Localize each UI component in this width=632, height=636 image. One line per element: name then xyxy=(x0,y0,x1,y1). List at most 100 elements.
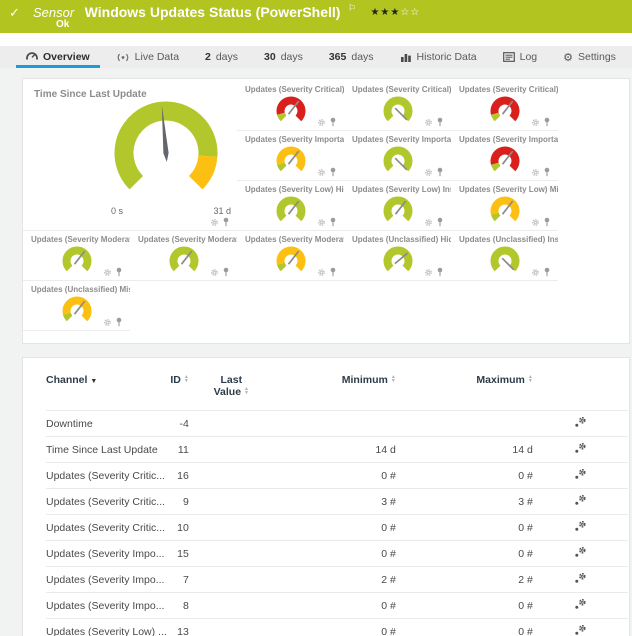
column-header-maximum[interactable]: Maximum▲▼ xyxy=(396,372,533,411)
pin-icon[interactable] xyxy=(329,217,337,227)
cell-actions[interactable] xyxy=(533,567,628,593)
tab-log[interactable]: Log xyxy=(493,46,548,68)
gauge-cell-updates-severity-critical-mi[interactable]: Updates (Severity Critical) Mi... xyxy=(451,81,558,131)
sort-icon[interactable]: ▲▼ xyxy=(528,375,533,383)
cell-actions[interactable] xyxy=(533,411,628,437)
cell-channel[interactable]: Downtime xyxy=(46,411,167,437)
pin-icon[interactable] xyxy=(329,167,337,177)
cell-actions[interactable] xyxy=(533,593,628,619)
tab-30-days[interactable]: 30days xyxy=(254,46,313,68)
gauge-cell-updates-severity-important[interactable]: Updates (Severity Important) ... xyxy=(344,131,451,181)
gauge-cell-updates-severity-moderate[interactable]: Updates (Severity Moderate) ... xyxy=(23,231,130,281)
cell-channel[interactable]: Updates (Severity Impo... xyxy=(46,567,167,593)
tab-overview[interactable]: Overview xyxy=(16,46,100,68)
gear-icon[interactable] xyxy=(424,168,433,177)
cell-last-value xyxy=(189,489,274,515)
star-filled-icon[interactable]: ★★★ xyxy=(370,7,400,18)
cell-channel[interactable]: Updates (Severity Critic... xyxy=(46,463,167,489)
gauge-cell-updates-severity-moderate[interactable]: Updates (Severity Moderate) ... xyxy=(237,231,344,281)
pin-icon[interactable] xyxy=(115,267,123,277)
cell-channel[interactable]: Updates (Severity Impo... xyxy=(46,541,167,567)
pin-icon[interactable] xyxy=(115,317,123,327)
cell-channel[interactable]: Updates (Severity Impo... xyxy=(46,593,167,619)
gear-icon[interactable] xyxy=(210,218,219,227)
pin-icon[interactable] xyxy=(222,267,230,277)
pin-icon[interactable] xyxy=(436,267,444,277)
cell-id: 9 xyxy=(167,489,189,515)
gauge-cell-updates-unclassified-missing[interactable]: Updates (Unclassified) Missing xyxy=(23,281,130,331)
gauge-cell-updates-severity-important[interactable]: Updates (Severity Important) ... xyxy=(237,131,344,181)
pin-icon[interactable] xyxy=(436,167,444,177)
column-header-channel[interactable]: Channel▼ xyxy=(46,372,167,411)
channel-settings-icon[interactable] xyxy=(574,624,587,636)
channel-settings-icon[interactable] xyxy=(574,520,587,532)
sort-desc-icon[interactable]: ▼ xyxy=(90,378,97,385)
pin-icon[interactable] xyxy=(543,267,551,277)
column-header-minimum[interactable]: Minimum▲▼ xyxy=(274,372,396,411)
gauge-cell-updates-unclassified-hidden[interactable]: Updates (Unclassified) Hidden xyxy=(344,231,451,281)
column-header-lastvalue[interactable]: LastValue▲▼ xyxy=(189,372,274,411)
pin-icon[interactable] xyxy=(543,117,551,127)
gauge-cell-updates-severity-important[interactable]: Updates (Severity Important) ... xyxy=(451,131,558,181)
gear-icon[interactable] xyxy=(103,318,112,327)
cell-channel[interactable]: Updates (Severity Low) ... xyxy=(46,619,167,636)
gear-icon[interactable] xyxy=(317,118,326,127)
gear-icon[interactable] xyxy=(317,168,326,177)
primary-gauge-cell[interactable]: Time Since Last Update 0 s 31 d xyxy=(23,81,237,231)
cell-actions[interactable] xyxy=(533,619,628,636)
gear-icon[interactable] xyxy=(424,268,433,277)
cell-channel[interactable]: Time Since Last Update xyxy=(46,437,167,463)
pin-icon[interactable] xyxy=(329,117,337,127)
gear-icon[interactable] xyxy=(531,168,540,177)
gear-icon[interactable] xyxy=(317,218,326,227)
sort-icon[interactable]: ▲▼ xyxy=(184,375,189,383)
pin-icon[interactable] xyxy=(543,167,551,177)
priority-stars[interactable]: ★★★☆☆ xyxy=(370,7,420,18)
gauge-cell-updates-severity-low-hidden[interactable]: Updates (Severity Low) Hidden xyxy=(237,181,344,231)
star-empty-icon[interactable]: ☆☆ xyxy=(400,7,420,18)
pin-icon[interactable] xyxy=(543,217,551,227)
tab-live-data[interactable]: Live Data xyxy=(106,46,189,68)
gear-icon[interactable] xyxy=(317,268,326,277)
cell-actions[interactable] xyxy=(533,541,628,567)
gear-icon[interactable] xyxy=(424,218,433,227)
sort-icon[interactable]: ▲▼ xyxy=(244,387,249,395)
tab-365-days[interactable]: 365days xyxy=(319,46,384,68)
channel-settings-icon[interactable] xyxy=(574,442,587,454)
channel-settings-icon[interactable] xyxy=(574,416,587,428)
gauge-cell-updates-severity-critical-hi[interactable]: Updates (Severity Critical) Hi... xyxy=(237,81,344,131)
tab-settings[interactable]: ⚙Settings xyxy=(553,46,626,68)
cell-actions[interactable] xyxy=(533,463,628,489)
channel-settings-icon[interactable] xyxy=(574,598,587,610)
gear-icon[interactable] xyxy=(103,268,112,277)
pin-icon[interactable] xyxy=(329,267,337,277)
pin-icon[interactable] xyxy=(436,217,444,227)
column-header-id[interactable]: ID▲▼ xyxy=(167,372,189,411)
gear-icon[interactable] xyxy=(210,268,219,277)
cell-actions[interactable] xyxy=(533,489,628,515)
channel-settings-icon[interactable] xyxy=(574,546,587,558)
channel-settings-icon[interactable] xyxy=(574,468,587,480)
gauge-cell-updates-severity-critical-ins[interactable]: Updates (Severity Critical) Ins... xyxy=(344,81,451,131)
gauge-cell-updates-severity-moderate-i[interactable]: Updates (Severity Moderate) I... xyxy=(130,231,237,281)
gauge-cell-updates-severity-low-install[interactable]: Updates (Severity Low) Install... xyxy=(344,181,451,231)
channels-panel: Channel▼ID▲▼LastValue▲▼Minimum▲▼Maximum▲… xyxy=(22,357,630,636)
cell-actions[interactable] xyxy=(533,437,628,463)
flag-icon[interactable]: ⚐ xyxy=(348,3,356,13)
sort-icon[interactable]: ▲▼ xyxy=(391,375,396,383)
cell-actions[interactable] xyxy=(533,515,628,541)
tab-historic-data[interactable]: Historic Data xyxy=(390,46,487,68)
gear-icon[interactable] xyxy=(531,268,540,277)
cell-channel[interactable]: Updates (Severity Critic... xyxy=(46,515,167,541)
cell-channel[interactable]: Updates (Severity Critic... xyxy=(46,489,167,515)
gear-icon[interactable] xyxy=(531,218,540,227)
channel-settings-icon[interactable] xyxy=(574,494,587,506)
gear-icon[interactable] xyxy=(531,118,540,127)
pin-icon[interactable] xyxy=(436,117,444,127)
gear-icon[interactable] xyxy=(424,118,433,127)
gauge-cell-updates-severity-low-missi[interactable]: Updates (Severity Low) Missi... xyxy=(451,181,558,231)
tab-2-days[interactable]: 2days xyxy=(195,46,248,68)
channel-settings-icon[interactable] xyxy=(574,572,587,584)
gauge-cell-updates-unclassified-install[interactable]: Updates (Unclassified) Install... xyxy=(451,231,558,281)
pin-icon[interactable] xyxy=(222,217,230,227)
